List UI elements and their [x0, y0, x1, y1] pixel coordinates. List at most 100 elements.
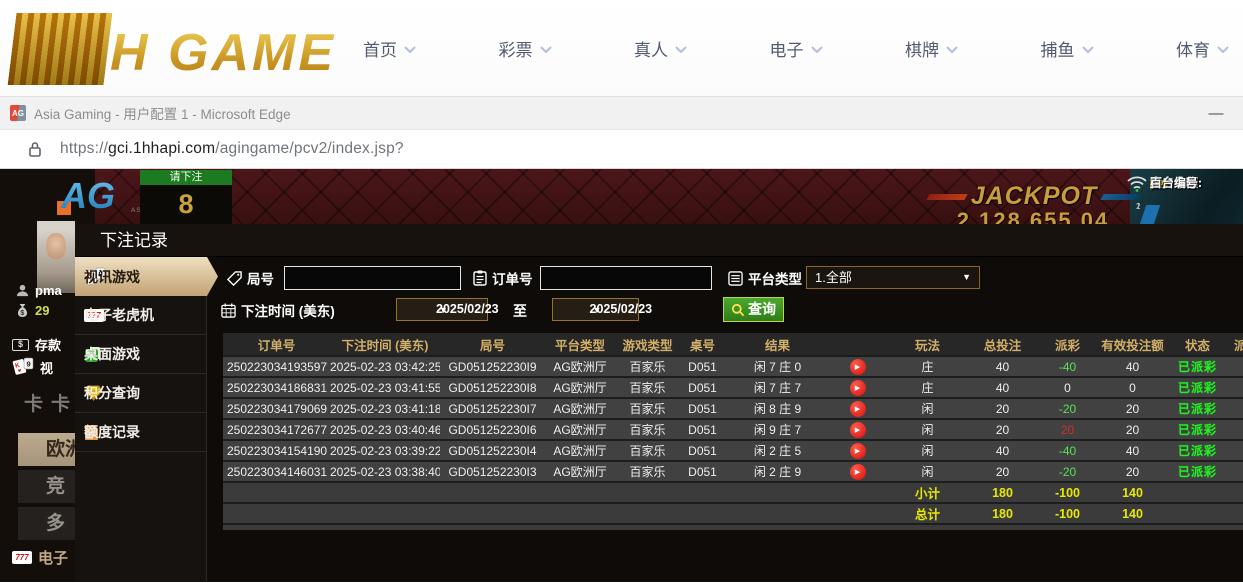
jackpot-red-stripe: [926, 194, 967, 200]
slot-777-icon: 777: [12, 551, 32, 564]
chevron-down-icon: [404, 46, 416, 53]
cards-icon: K♥9: [12, 357, 34, 377]
menu-label: 额度记录: [84, 422, 140, 442]
bet-timer: 请下注 8: [140, 170, 232, 224]
nav-item-fishing[interactable]: 捕鱼: [1041, 36, 1094, 61]
table-row: 2502230341460312025-02-23 03:38:40 GD051…: [223, 460, 1243, 481]
table-row: 2502230341541902025-02-23 03:39:22 GD051…: [223, 439, 1243, 460]
clipboard-icon: [473, 270, 487, 286]
rail-balance: $ 29: [16, 303, 49, 318]
nav-item-lottery[interactable]: 彩票: [499, 36, 552, 61]
menu-item-credit-records[interactable]: 额度记录: [75, 413, 206, 452]
status-badge: 已派彩: [1165, 421, 1230, 438]
platform-select[interactable]: 1.全部 ▼: [806, 266, 980, 289]
nav-label: 首页: [363, 36, 397, 61]
deposit-icon: $: [12, 339, 29, 351]
play-video-icon[interactable]: ▶: [850, 359, 866, 375]
nav-item-sports[interactable]: 体育: [1176, 36, 1229, 61]
table-row: 2502230341868312025-02-23 03:41:55 GD051…: [223, 376, 1243, 397]
date-from-select[interactable]: 2025/02/23▼: [396, 298, 488, 321]
panel-menu: K♥9 视讯游戏 777 电子老虎机 桌面游戏 积分查询 额度记录: [75, 257, 207, 582]
rail-tab-egame[interactable]: 777 电子: [12, 547, 68, 568]
tag-icon: [227, 271, 242, 286]
moneybag-icon: $: [16, 303, 29, 318]
nav-item-slots[interactable]: 电子: [770, 36, 823, 61]
url-path: /agingame/pcv2/index.jsp?: [215, 140, 404, 157]
play-video-icon[interactable]: ▶: [850, 464, 866, 480]
game-viewport: AG ASIA GAMING 请下注 8 JACKPOT 2,128,655.0…: [0, 169, 1243, 582]
table-row: 2502230341935972025-02-23 03:42:25 GD051…: [223, 355, 1243, 376]
menu-item-slots[interactable]: 777 电子老虎机: [75, 296, 206, 335]
date-to-value: 2025/02/23: [590, 299, 653, 320]
table-row: 2502230341726772025-02-23 03:40:46 GD051…: [223, 418, 1243, 439]
menu-label: 电子老虎机: [84, 305, 154, 325]
panel-content: 局号 订单号 平台类型 1.全部 ▼ 下注时间 (美东) 20: [207, 257, 1243, 582]
order-input[interactable]: [540, 266, 712, 290]
order-filter-label: 订单号: [473, 268, 533, 288]
chevron-down-icon: [540, 46, 552, 53]
table-footer-strip: [223, 523, 1243, 530]
url-scheme: https://: [60, 140, 108, 157]
panel-title: 下注记录: [75, 224, 1243, 257]
nav-item-cards[interactable]: 棋牌: [905, 36, 958, 61]
platform-filter-label: 平台类型: [728, 268, 802, 288]
to-label: 至: [513, 301, 527, 321]
url-domain: gci.1hhapi.com: [108, 140, 215, 157]
menu-item-points-query[interactable]: 积分查询: [75, 374, 206, 413]
nav-label: 真人: [634, 36, 668, 61]
play-video-icon[interactable]: ▶: [850, 380, 866, 396]
address-field[interactable]: https://gci.1hhapi.com/agingame/pcv2/ind…: [60, 140, 404, 158]
logo-bars-icon: [8, 13, 113, 85]
nav-label: 彩票: [499, 36, 533, 61]
site-header: H GAME 首页 彩票 真人 电子 棋牌: [0, 0, 1243, 97]
nav-label: 体育: [1176, 36, 1210, 61]
ag-logo-text: AG: [61, 175, 115, 217]
chevron-down-icon: [946, 46, 958, 53]
status-badge: 已派彩: [1165, 358, 1230, 375]
bet-timer-label: 请下注: [140, 170, 232, 185]
query-button-label: 查询: [748, 298, 776, 321]
total-row: 总计 180 -100 140: [223, 502, 1243, 523]
status-badge: 已派彩: [1165, 442, 1230, 459]
nav-label: 捕鱼: [1041, 36, 1075, 61]
table-row: 2502230341790692025-02-23 03:41:18 GD051…: [223, 397, 1243, 418]
bet-timer-countdown: 8: [140, 185, 232, 224]
play-video-icon[interactable]: ▶: [850, 443, 866, 459]
play-video-icon[interactable]: ▶: [850, 401, 866, 417]
browser-urlbar: https://gci.1hhapi.com/agingame/pcv2/ind…: [0, 130, 1243, 169]
date-from-value: 2025/02/23: [436, 299, 499, 320]
menu-label: 桌面游戏: [84, 344, 140, 364]
screen: H GAME 首页 彩票 真人 电子 棋牌: [0, 0, 1243, 583]
minimize-button[interactable]: —: [1199, 105, 1233, 122]
nav-item-home[interactable]: 首页: [363, 36, 416, 61]
status-badge: 已派彩: [1165, 463, 1230, 480]
query-button[interactable]: 查询: [723, 297, 784, 322]
round-filter-label: 局号: [227, 268, 274, 288]
table-number-value: 百: [1150, 173, 1162, 193]
rail-video-games[interactable]: K♥9 视: [12, 357, 53, 377]
svg-text:9: 9: [27, 360, 31, 369]
play-video-icon[interactable]: ▶: [850, 422, 866, 438]
nav-label: 电子: [770, 36, 804, 61]
round-input[interactable]: [284, 266, 461, 290]
menu-item-table-games[interactable]: 桌面游戏: [75, 335, 206, 374]
person-icon: [16, 284, 29, 297]
deposit-button[interactable]: $ 存款: [12, 335, 61, 354]
menu-item-video-games[interactable]: K♥9 视讯游戏: [75, 257, 218, 296]
nav-label: 棋牌: [905, 36, 939, 61]
window-title: Asia Gaming - 用户配置 1 - Microsoft Edge: [34, 103, 291, 123]
chevron-down-icon: [1082, 46, 1094, 53]
menu-label: 积分查询: [84, 383, 140, 403]
date-to-select[interactable]: 2025/02/23▼: [552, 298, 639, 321]
platform-select-value: 1.全部: [815, 267, 852, 288]
rail-section-label: 卡卡: [24, 389, 78, 416]
site-logo[interactable]: H GAME: [12, 3, 342, 93]
bet-time-filter-label: 下注时间 (美东): [221, 300, 335, 320]
search-icon: [731, 303, 745, 317]
nav-item-live[interactable]: 真人: [634, 36, 687, 61]
chevron-down-icon: [675, 46, 687, 53]
jackpot-blue-stripe: [1101, 194, 1142, 200]
main-nav: 首页 彩票 真人 电子 棋牌 捕鱼: [363, 36, 1243, 61]
subtotal-row: 小计 180 -100 140: [223, 481, 1243, 502]
lock-icon[interactable]: [28, 141, 42, 157]
